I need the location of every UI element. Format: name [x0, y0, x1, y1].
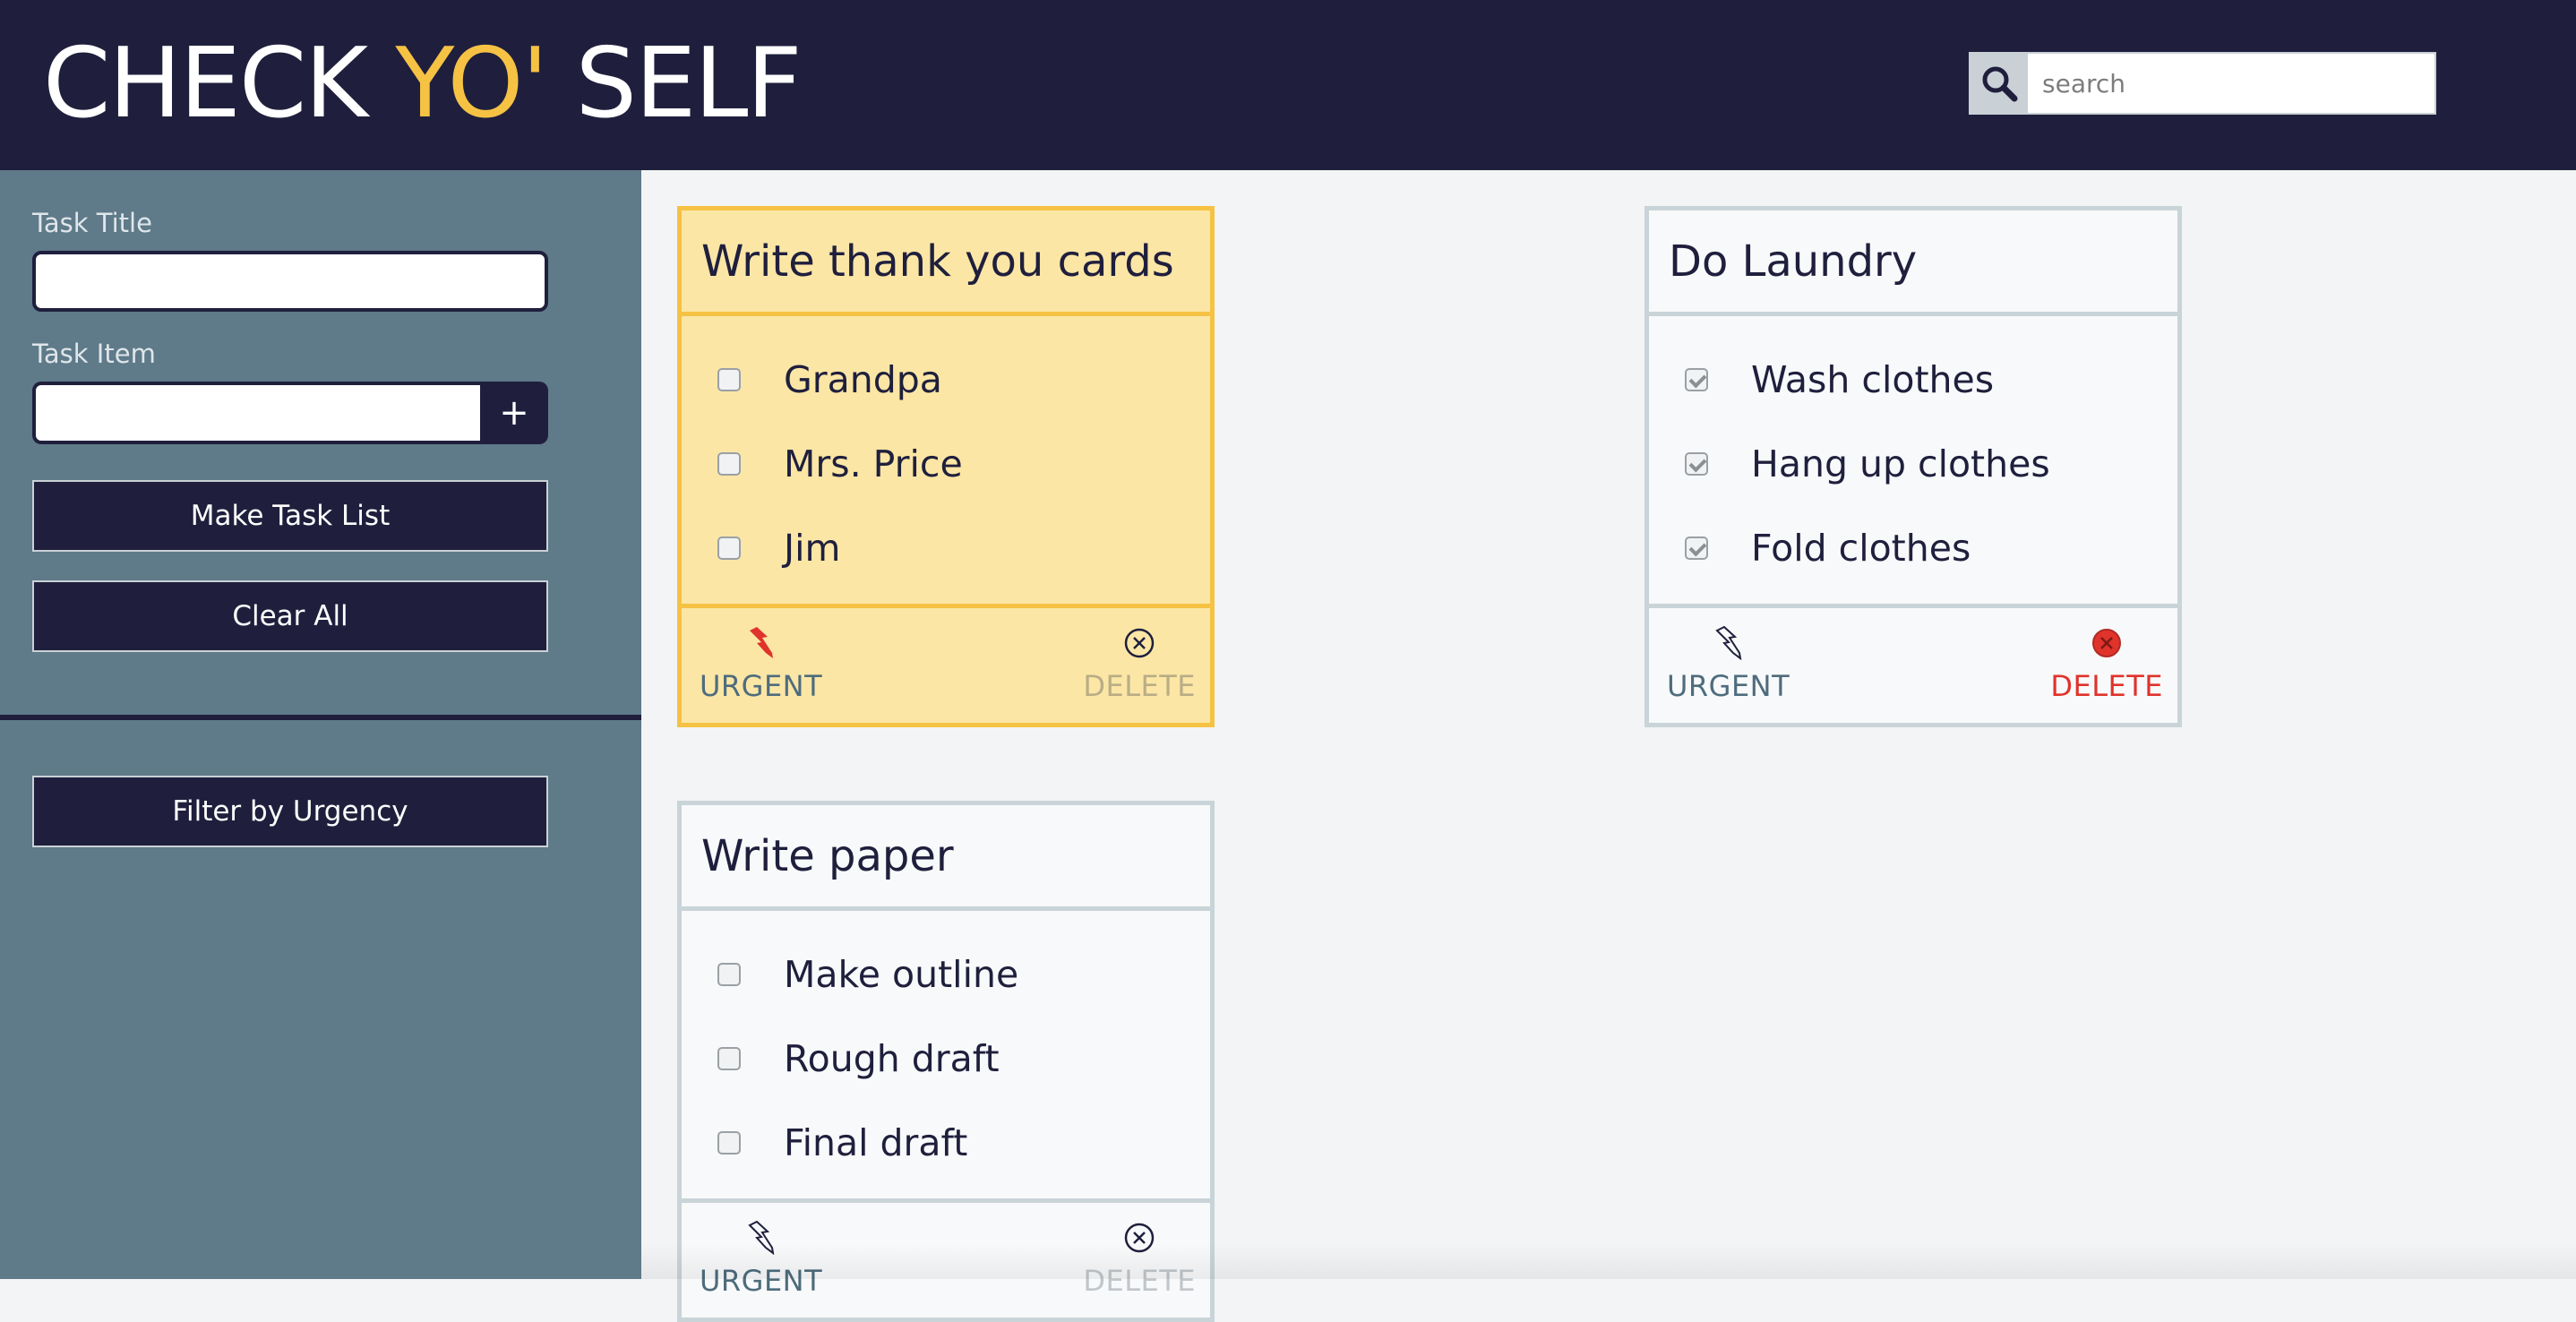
logo-text-yo: YO' — [395, 28, 548, 140]
task-item-text: Jim — [784, 527, 841, 570]
task-checkbox[interactable] — [1685, 537, 1708, 560]
task-checkbox[interactable] — [717, 1047, 741, 1070]
task-item: Final draft — [682, 1101, 1210, 1185]
task-item: Hang up clothes — [1649, 422, 2177, 506]
task-checkbox[interactable] — [717, 452, 741, 476]
sidebar-divider — [0, 715, 641, 720]
task-item-text: Wash clothes — [1751, 358, 1995, 401]
task-item-text: Hang up clothes — [1751, 442, 2050, 485]
card-title: Do Laundry — [1649, 210, 2177, 316]
urgent-button[interactable]: URGENT — [700, 624, 822, 703]
app-header: CHECK YO' SELF — [0, 0, 2576, 170]
task-item: Grandpa — [682, 338, 1210, 422]
search-icon — [1982, 66, 2018, 102]
filter-by-urgency-button[interactable]: Filter by Urgency — [32, 776, 548, 847]
task-checkbox[interactable] — [1685, 452, 1708, 476]
task-item-row: + — [32, 382, 548, 444]
task-item: Jim — [682, 506, 1210, 590]
task-checkbox[interactable] — [1685, 368, 1708, 391]
task-item-text: Fold clothes — [1751, 527, 1971, 570]
task-checkbox[interactable] — [717, 368, 741, 391]
make-task-list-button[interactable]: Make Task List — [32, 480, 548, 552]
clear-all-button[interactable]: Clear All — [32, 580, 548, 652]
task-title-label: Task Title — [32, 208, 152, 238]
app-logo: CHECK YO' SELF — [43, 21, 803, 147]
task-item-input[interactable] — [32, 382, 480, 444]
search-bar — [1969, 52, 2436, 115]
card-task-list: Make outline Rough draft Final draft — [682, 911, 1210, 1203]
task-item-text: Final draft — [784, 1121, 968, 1164]
logo-text-self: SELF — [546, 28, 803, 140]
task-checkbox[interactable] — [717, 963, 741, 986]
task-card: Do Laundry Wash clothes Hang up clothes … — [1644, 206, 2182, 727]
logo-text-check: CHECK — [43, 28, 396, 140]
card-footer: URGENT DELETE — [682, 608, 1210, 723]
card-title: Write paper — [682, 805, 1210, 911]
delete-button[interactable]: DELETE — [2050, 624, 2163, 703]
task-item: Make outline — [682, 932, 1210, 1017]
search-input[interactable] — [2028, 54, 2434, 113]
urgent-label: URGENT — [700, 669, 823, 703]
task-card: Write thank you cards Grandpa Mrs. Price… — [677, 206, 1215, 727]
delete-icon — [2088, 624, 2125, 662]
bottom-shadow — [641, 1243, 2576, 1279]
lightning-bolt-icon — [743, 624, 780, 662]
delete-label: DELETE — [1083, 669, 1196, 703]
task-checkbox[interactable] — [717, 537, 741, 560]
task-item-text: Rough draft — [784, 1037, 1000, 1080]
search-button[interactable] — [1971, 54, 2028, 113]
urgent-button[interactable]: URGENT — [1667, 624, 1790, 703]
task-item: Wash clothes — [1649, 338, 2177, 422]
task-item: Mrs. Price — [682, 422, 1210, 506]
task-title-input[interactable] — [32, 251, 548, 312]
card-task-list: Grandpa Mrs. Price Jim — [682, 316, 1210, 608]
delete-button[interactable]: DELETE — [1083, 624, 1196, 703]
task-checkbox[interactable] — [717, 1131, 741, 1155]
task-item-text: Grandpa — [784, 358, 942, 401]
card-task-list: Wash clothes Hang up clothes Fold clothe… — [1649, 316, 2177, 608]
card-footer: URGENT DELETE — [1649, 608, 2177, 723]
task-item-label: Task Item — [32, 339, 156, 369]
sidebar: Task Title Task Item + Make Task List Cl… — [0, 170, 641, 1279]
add-item-button[interactable]: + — [480, 382, 548, 444]
task-item-text: Make outline — [784, 953, 1019, 996]
delete-icon — [1121, 624, 1158, 662]
task-item: Rough draft — [682, 1017, 1210, 1101]
task-item: Fold clothes — [1649, 506, 2177, 590]
card-title: Write thank you cards — [682, 210, 1210, 316]
lightning-bolt-icon — [1710, 624, 1747, 662]
task-item-text: Mrs. Price — [784, 442, 963, 485]
urgent-label: URGENT — [1667, 669, 1790, 703]
delete-label: DELETE — [2050, 669, 2163, 703]
